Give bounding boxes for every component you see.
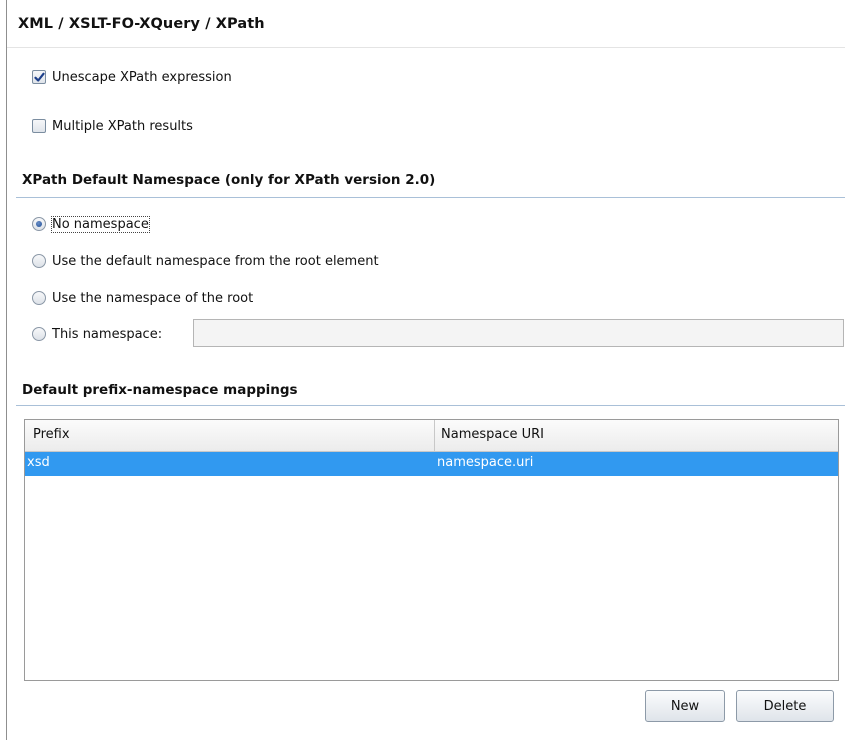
multiple-results-option[interactable]: Multiple XPath results: [32, 116, 193, 136]
delete-button[interactable]: Delete: [736, 690, 834, 722]
cell-prefix[interactable]: xsd: [25, 452, 435, 476]
radio-button-selected[interactable]: [32, 217, 46, 231]
radio-label: No namespace: [51, 215, 150, 233]
this-namespace-input[interactable]: [193, 319, 844, 347]
radio-default-namespace-root[interactable]: Use the default namespace from the root …: [32, 251, 379, 271]
checkmark-icon: [33, 72, 45, 82]
cell-namespace-uri[interactable]: namespace.uri: [435, 452, 838, 476]
multiple-results-label: Multiple XPath results: [52, 118, 193, 134]
unescape-xpath-option[interactable]: Unescape XPath expression: [32, 67, 232, 87]
column-header-namespace-uri[interactable]: Namespace URI: [435, 420, 838, 452]
radio-this-namespace[interactable]: This namespace:: [32, 324, 162, 344]
namespace-section-title: XPath Default Namespace (only for XPath …: [22, 172, 436, 188]
page-title: XML / XSLT-FO-XQuery / XPath: [18, 16, 265, 32]
namespace-section-rule: [16, 197, 845, 198]
radio-button[interactable]: [32, 327, 46, 341]
table-row[interactable]: xsd namespace.uri: [25, 452, 838, 476]
radio-label: Use the default namespace from the root …: [52, 253, 379, 269]
radio-label: Use the namespace of the root: [52, 290, 254, 306]
multiple-results-checkbox[interactable]: [32, 119, 46, 133]
unescape-xpath-checkbox[interactable]: [32, 70, 46, 84]
mappings-section-rule: [16, 405, 845, 406]
unescape-xpath-label: Unescape XPath expression: [52, 69, 232, 85]
new-button[interactable]: New: [645, 690, 725, 722]
radio-button[interactable]: [32, 291, 46, 305]
radio-no-namespace[interactable]: No namespace: [32, 214, 150, 234]
title-separator: [7, 47, 845, 48]
radio-button[interactable]: [32, 254, 46, 268]
mappings-table[interactable]: Prefix Namespace URI xsd namespace.uri: [24, 419, 839, 681]
radio-namespace-of-root[interactable]: Use the namespace of the root: [32, 288, 253, 308]
column-header-prefix[interactable]: Prefix: [25, 420, 435, 452]
table-header: Prefix Namespace URI: [25, 420, 838, 452]
mappings-section-title: Default prefix-namespace mappings: [22, 382, 298, 398]
radio-label: This namespace:: [52, 326, 163, 342]
